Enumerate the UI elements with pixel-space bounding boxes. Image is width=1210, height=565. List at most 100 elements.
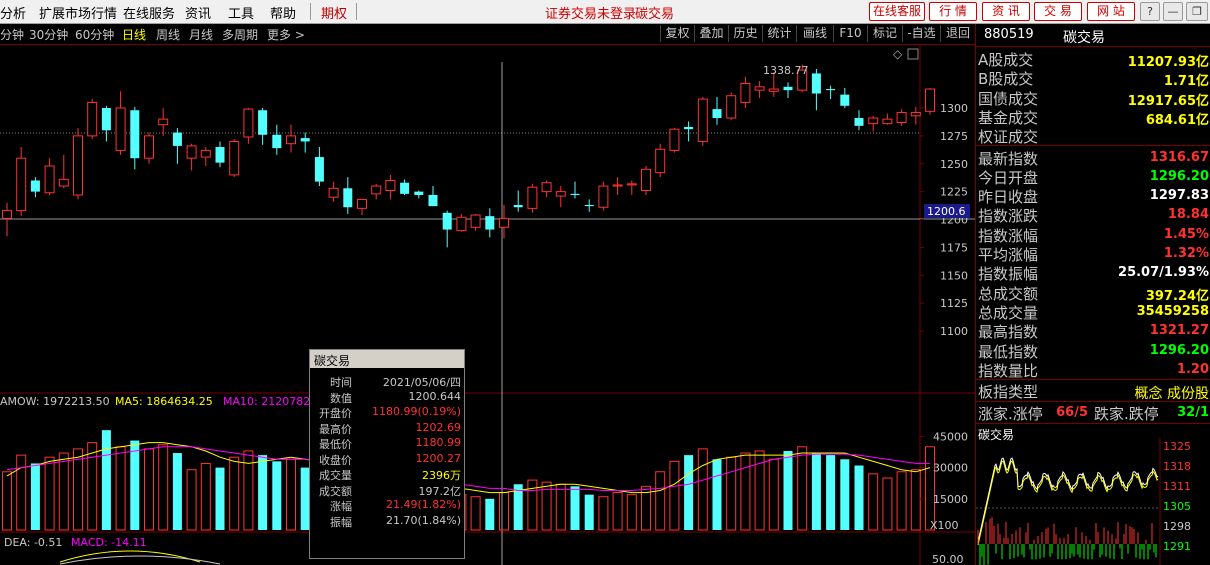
- volume-legend-amow: AMOW: 1972213.50: [0, 395, 110, 408]
- intraday-mini-chart[interactable]: 1325 1318 1311 1305 1298 1291: [976, 424, 1210, 565]
- volume-bar-up: [115, 446, 126, 531]
- restore-icon[interactable]: ❐: [1186, 2, 1208, 21]
- volume-bar-up: [229, 456, 240, 531]
- volume-bar-down: [840, 459, 850, 530]
- volume-bar-down: [258, 455, 268, 530]
- candle-body-down: [172, 132, 182, 146]
- candle-body-up: [357, 198, 367, 209]
- menu-item-help[interactable]: 帮助: [270, 3, 296, 22]
- volume-bar-up: [58, 452, 69, 531]
- candle-body-up: [87, 101, 98, 137]
- candle-body-up: [555, 191, 566, 197]
- period-more[interactable]: 更多 >: [267, 26, 305, 43]
- index-type-value[interactable]: 概念 成份股: [1135, 383, 1209, 403]
- volume-bar-up: [910, 469, 921, 531]
- candle-body-down: [854, 118, 864, 126]
- website-button[interactable]: 网 站: [1087, 2, 1135, 21]
- candle-body-down: [840, 94, 850, 106]
- candle-body-up: [925, 88, 935, 112]
- period-monthly[interactable]: 月线: [189, 26, 213, 43]
- period-60min[interactable]: 60分钟: [75, 26, 114, 43]
- volume-bar-up: [144, 448, 154, 531]
- advancers-label: 涨家.涨停: [978, 405, 1043, 423]
- crosshair-price-label: 1200.6: [927, 205, 966, 218]
- volume-bar-up: [726, 456, 737, 531]
- overlay-button[interactable]: 叠加: [694, 25, 728, 42]
- price-tick-label: 1225: [940, 186, 968, 199]
- candle-body-up: [44, 165, 55, 194]
- candle-body-up: [158, 118, 169, 126]
- price-tick-label: 1300: [940, 102, 968, 115]
- stat-value: 684.61亿: [1145, 112, 1209, 128]
- stat-row: 总成交额 397.24亿: [976, 283, 1210, 304]
- online-support-button[interactable]: 在线客服: [869, 2, 925, 21]
- candle-body-up: [2, 210, 12, 219]
- menu-item-options[interactable]: 期权: [321, 3, 347, 22]
- macd-legend-dea: DEA: -0.51: [4, 536, 62, 549]
- menu-item-online-service[interactable]: 在线服务: [123, 3, 175, 22]
- stat-row: 指数振幅 25.07/1.93%: [976, 263, 1210, 283]
- menu-item-tools[interactable]: 工具: [228, 3, 254, 22]
- index-name: 碳交易: [1063, 30, 1105, 46]
- menu-item-extended-market[interactable]: 扩展市场行情: [39, 3, 117, 22]
- f10-button[interactable]: F10: [833, 25, 867, 42]
- volume-legend-ma10: MA10: 2120782.0: [223, 395, 321, 408]
- mark-button[interactable]: 标记: [867, 25, 902, 42]
- stat-row: A股成交 11207.93亿: [976, 49, 1210, 70]
- candle-body-up: [612, 184, 623, 187]
- candle-body-down: [783, 86, 793, 91]
- help-icon[interactable]: ?: [1140, 2, 1160, 21]
- candle-body-up: [910, 111, 921, 117]
- minimize-icon[interactable]: —: [1163, 2, 1183, 21]
- trade-button[interactable]: 交 易: [1034, 2, 1082, 21]
- history-button[interactable]: 历史: [728, 25, 762, 42]
- tooltip-row-label: 成交额: [319, 484, 352, 498]
- data-tooltip-window[interactable]: 碳交易 ✕ 时间 2021/05/06/四 数值 1200.644 开盘价 1180.99…: [309, 349, 465, 559]
- quotes-button[interactable]: 行 情: [929, 2, 977, 21]
- divider: [976, 401, 1210, 402]
- volume-bar-down: [811, 453, 821, 530]
- close-icon[interactable]: ✕: [314, 352, 460, 367]
- stat-row: 基金成交 684.61亿: [976, 107, 1210, 128]
- volume-unit-label: X100: [930, 519, 959, 532]
- draw-button[interactable]: 画线: [796, 25, 833, 42]
- candle-body-down: [215, 147, 225, 163]
- menu-item-news[interactable]: 资讯: [185, 3, 211, 22]
- tooltip-title-bar[interactable]: 碳交易 ✕: [310, 350, 464, 368]
- menu-item-analysis[interactable]: 分析: [0, 3, 26, 22]
- volume-bar-down: [130, 440, 140, 530]
- kline-chart[interactable]: 1300127512501225120011751150112511004500…: [0, 45, 975, 565]
- volume-bar-down: [684, 455, 694, 530]
- candle-body-up: [115, 107, 126, 151]
- chart-expand-icon[interactable]: [907, 48, 919, 60]
- volume-bar-up: [200, 462, 211, 531]
- candle-body-up: [229, 140, 240, 176]
- stat-value: 1.32%: [1163, 246, 1209, 261]
- back-button[interactable]: 退回: [940, 25, 975, 42]
- period-daily[interactable]: 日线: [122, 26, 146, 43]
- stat-label: 国债成交: [978, 89, 1039, 108]
- stat-row: 指数涨幅 1.45%: [976, 225, 1210, 245]
- stats-button[interactable]: 统计: [762, 25, 796, 42]
- index-code: 880519: [984, 27, 1034, 42]
- stat-value: 12917.65亿: [1127, 93, 1209, 109]
- period-multi[interactable]: 多周期: [222, 26, 258, 43]
- adjust-button[interactable]: 复权: [660, 25, 694, 42]
- period-30min[interactable]: 30分钟: [29, 26, 68, 43]
- candle-body-down: [300, 138, 310, 142]
- period-weekly[interactable]: 周线: [156, 26, 180, 43]
- volume-bar-up: [697, 448, 708, 531]
- stat-value: 1.20: [1176, 361, 1209, 377]
- period-minute[interactable]: 分钟: [0, 26, 24, 43]
- candle-body-down: [30, 180, 40, 192]
- candle-body-up: [144, 135, 154, 159]
- watchlist-button[interactable]: -自选: [902, 25, 940, 42]
- macd-dea-line: [59, 555, 221, 565]
- index-type-row: 板指类型 概念 成份股: [976, 381, 1210, 403]
- volume-bar-up: [16, 454, 27, 531]
- news-button[interactable]: 资 讯: [982, 2, 1030, 21]
- candle-body-up: [186, 145, 197, 159]
- stat-value: 11207.93亿: [1127, 55, 1209, 70]
- stat-row: B股成交 1.71亿: [976, 68, 1210, 89]
- diamond-icon[interactable]: ◇: [893, 47, 903, 61]
